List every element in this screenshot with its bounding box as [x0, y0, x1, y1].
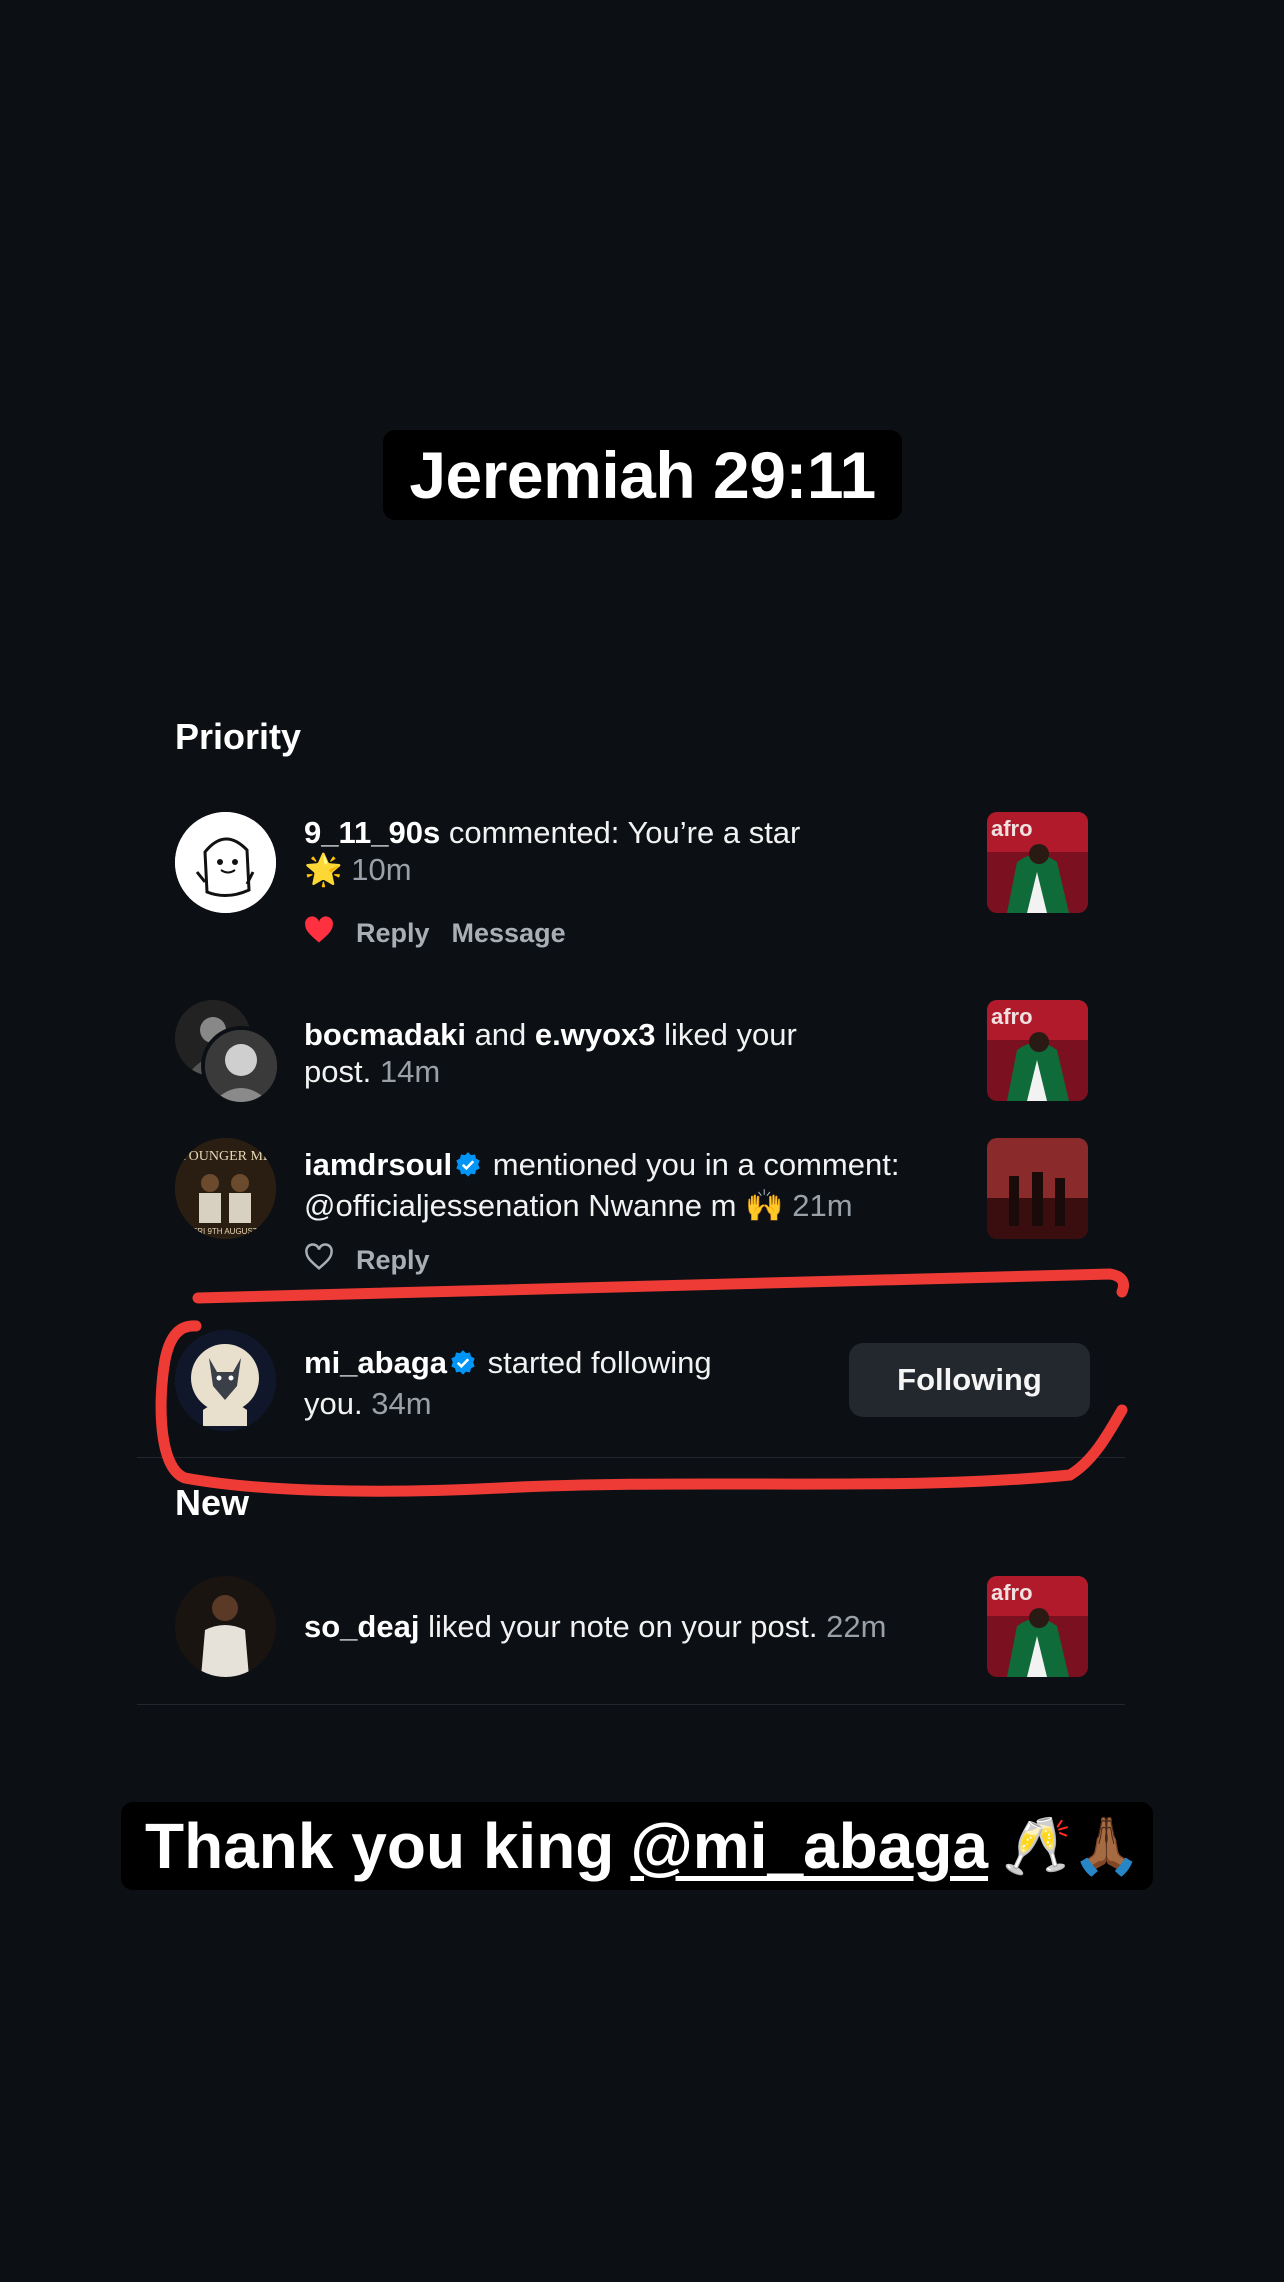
heart-filled-icon[interactable]	[304, 916, 334, 951]
section-new: New	[175, 1482, 250, 1523]
username-2[interactable]: e.wyox3	[535, 1017, 656, 1052]
reply-button[interactable]: Reply	[356, 1245, 430, 1276]
notification-text: bocmadaki and e.wyox3 liked your post. 1…	[304, 1017, 797, 1089]
username[interactable]: bocmadaki	[304, 1017, 466, 1052]
caption-jeremiah: Jeremiah 29:11	[383, 430, 902, 520]
mention-actions: Reply	[304, 1243, 430, 1278]
username[interactable]: iamdrsoul	[304, 1147, 452, 1182]
divider	[137, 1704, 1125, 1705]
following-button[interactable]: Following	[849, 1343, 1090, 1417]
notification-text: so_deaj liked your note on your post. 22…	[304, 1609, 887, 1644]
post-thumbnail[interactable]: afro	[987, 1576, 1088, 1677]
verified-badge-icon	[454, 1150, 482, 1187]
avatar-e.wyox3	[201, 1026, 281, 1106]
story-page: Jeremiah 29:11 Priority 9_11_90s comment…	[0, 0, 1284, 2282]
caption-thank-you: Thank you king @mi_abaga 🥂🙏🏾	[121, 1802, 1153, 1890]
post-thumbnail[interactable]	[987, 1138, 1088, 1239]
timestamp: 14m	[379, 1054, 441, 1089]
timestamp: 21m	[792, 1188, 853, 1223]
heart-outline-icon[interactable]	[304, 1243, 334, 1278]
divider	[137, 1457, 1125, 1458]
avatar-stack[interactable]	[175, 1000, 285, 1110]
svg-text:afro: afro	[991, 1004, 1033, 1029]
star-emoji: 🌟	[304, 852, 343, 887]
svg-text:afro: afro	[991, 1580, 1033, 1605]
svg-text:afro: afro	[991, 816, 1033, 841]
caption-thank-text: Thank you king	[145, 1810, 615, 1882]
svg-text:FRI 9TH AUGUST: FRI 9TH AUGUST	[192, 1227, 257, 1236]
timestamp: 10m	[351, 852, 412, 887]
reply-button[interactable]: Reply	[356, 918, 430, 949]
cheers-pray-emoji: 🥂🙏🏾	[1002, 1814, 1142, 1877]
username[interactable]: mi_abaga	[304, 1345, 447, 1380]
comment-actions: Reply Message	[304, 916, 566, 951]
svg-text:YOUNGER ME: YOUNGER ME	[179, 1149, 272, 1164]
timestamp: 22m	[826, 1609, 887, 1644]
timestamp: 34m	[371, 1386, 432, 1421]
verified-badge-icon	[449, 1348, 477, 1385]
username[interactable]: so_deaj	[304, 1609, 419, 1644]
notification-text: iamdrsoul mentioned you in a comment: @o…	[304, 1147, 900, 1223]
section-priority: Priority	[175, 716, 302, 757]
mention-link[interactable]: @mi_abaga	[630, 1809, 988, 1883]
message-button[interactable]: Message	[452, 918, 566, 949]
notifications-screenshot: Priority 9_11_90s commented: You’re a st…	[137, 700, 1125, 1705]
username[interactable]: 9_11_90s	[304, 815, 440, 850]
avatar-9_11_90s[interactable]	[175, 812, 276, 913]
post-thumbnail[interactable]: afro	[987, 1000, 1088, 1101]
notification-text: 9_11_90s commented: You’re a star 🌟 10m	[304, 815, 801, 887]
avatar-iamdrsoul[interactable]: YOUNGER ME FRI 9TH AUGUST	[175, 1138, 276, 1239]
post-thumbnail[interactable]: afro	[987, 812, 1088, 913]
avatar-mi_abaga[interactable]	[175, 1330, 276, 1431]
notification-text: mi_abaga started following you. 34m	[304, 1345, 712, 1421]
avatar-so_deaj[interactable]	[175, 1576, 276, 1677]
